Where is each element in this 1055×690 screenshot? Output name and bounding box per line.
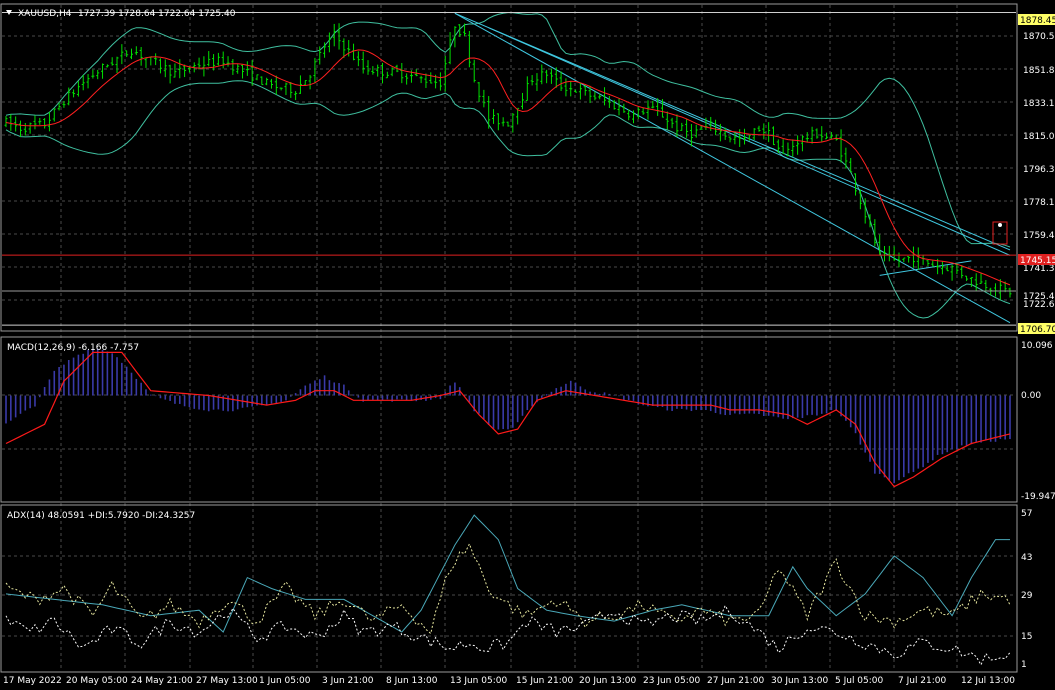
adx-tick: 29 — [1021, 591, 1033, 601]
price-marker-top-label: 1878.45 — [1020, 16, 1055, 26]
time-label: 3 Jun 21:00 — [322, 676, 374, 686]
time-label: 24 May 21:00 — [131, 676, 193, 686]
time-label: 12 Jul 13:00 — [961, 676, 1015, 686]
symbol-label: XAUUSD,H4 — [18, 9, 72, 19]
time-label: 1 Jun 05:00 — [259, 676, 311, 686]
price-tick: 1870.55 — [1023, 32, 1055, 42]
price-tick: 1833.15 — [1023, 99, 1055, 109]
adx-tick: 15 — [1021, 632, 1032, 642]
time-label: 5 Jul 05:00 — [835, 676, 884, 686]
time-label: 27 Jun 21:00 — [707, 676, 764, 686]
adx-tick: 1 — [1021, 660, 1027, 670]
time-label: 30 Jun 13:00 — [771, 676, 828, 686]
macd-tick: 0.00 — [1021, 391, 1041, 401]
macd-indicator-label: MACD(12,26,9) -6.166 -7.757 — [7, 343, 139, 353]
price-marker-red-label: 1745.15 — [1020, 256, 1055, 266]
time-label: 8 Jun 13:00 — [386, 676, 438, 686]
trading-chart[interactable]: XAUUSD,H4 1727.39 1728.64 1722.64 1725.4… — [0, 0, 1055, 690]
macd-tick: -19.947 — [1021, 492, 1055, 502]
adx-indicator-label: ADX(14) 48.0591 +DI:5.7920 -DI:24.3257 — [7, 511, 195, 521]
price-tick: 1796.30 — [1023, 165, 1055, 175]
adx-tick: 43 — [1021, 553, 1032, 563]
price-tick: 1759.45 — [1023, 231, 1055, 241]
price-tick: 1851.85 — [1023, 66, 1055, 76]
time-label: 20 May 05:00 — [66, 676, 128, 686]
time-label: 17 May 2022 — [3, 676, 62, 686]
time-label: 23 Jun 05:00 — [643, 676, 700, 686]
time-label: 7 Jul 21:00 — [898, 676, 947, 686]
time-label: 13 Jun 05:00 — [450, 676, 507, 686]
macd-tick: 10.096 — [1021, 341, 1053, 351]
price-tick: 1815.00 — [1023, 132, 1055, 142]
price-marker-bottom-label: 1706.70 — [1020, 325, 1055, 335]
price-tick: 1722.60 — [1023, 300, 1055, 310]
time-label: 27 May 13:00 — [196, 676, 258, 686]
adx-tick: 57 — [1021, 509, 1032, 519]
ohlc-label: 1727.39 1728.64 1722.64 1725.40 — [78, 9, 236, 19]
price-tick: 1778.15 — [1023, 198, 1055, 208]
alert-dot-icon — [998, 223, 1002, 227]
time-label: 15 Jun 21:00 — [516, 676, 573, 686]
time-label: 20 Jun 13:00 — [579, 676, 636, 686]
